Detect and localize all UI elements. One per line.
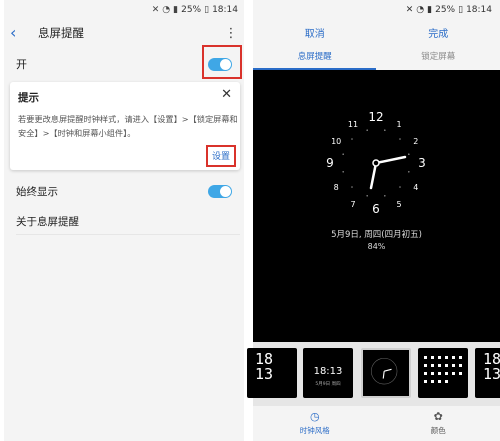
clock-tick — [399, 186, 401, 188]
clock-tick — [351, 138, 353, 140]
action-header: 取消 完成 — [253, 20, 500, 44]
nav-clock-style-label: 时钟风格 — [299, 426, 330, 435]
clock-number: 6 — [372, 202, 380, 216]
aod-on-label: 开 — [16, 58, 27, 71]
close-icon[interactable]: ✕ — [221, 87, 232, 102]
more-vert-icon[interactable]: ⋮ — [224, 26, 238, 41]
divider — [16, 234, 240, 235]
clock-style-option[interactable]: 18 13 — [475, 348, 500, 398]
battery-text: 25% — [181, 5, 202, 15]
hour-hand — [374, 155, 407, 165]
clock-number: 9 — [326, 156, 334, 170]
palette-icon: ✿ — [433, 410, 443, 423]
mute-icon: ✕ — [151, 5, 160, 15]
thumb-digits: 18 13 — [255, 350, 274, 383]
clock-style-list: 18 13 18:13 5月9日 周四 18 13 — [247, 342, 500, 406]
back-icon[interactable]: ‹ — [10, 25, 26, 41]
tip-card: 提示 ✕ 若要更改息屏提醒时钟样式，请进入【设置】>【锁定屏幕和安全】>【时钟和… — [10, 82, 240, 170]
time-text: 18:14 — [466, 5, 492, 15]
clock-number: 1 — [396, 120, 401, 129]
aod-settings-screen: ✕ ◔ ▮ 25% ▯ 18:14 ‹ 息屏提醒 ⋮ 开 提示 ✕ 若要更改息屏… — [4, 0, 244, 441]
clock-style-option[interactable]: 18:13 5月9日 周四 — [303, 348, 353, 398]
aod-preview: 12 1 2 3 4 5 6 7 8 9 10 11 5月9日, 周四(四月初五) 84% — [253, 70, 500, 342]
tab-aod[interactable]: 息屏提醒 — [253, 50, 377, 70]
about-aod-row[interactable]: 关于息屏提醒 — [4, 210, 244, 232]
signal-icon: ▮ — [173, 5, 179, 15]
clock-tick — [366, 195, 368, 197]
page-title: 息屏提醒 — [38, 26, 84, 40]
highlight-box — [206, 145, 236, 167]
always-on-label: 始终显示 — [16, 185, 58, 198]
status-bar: ✕ ◔ ▮ 25% ▯ 18:14 — [253, 0, 500, 20]
clock-tick — [408, 153, 410, 155]
aod-on-row[interactable]: 开 — [4, 45, 244, 79]
tab-bar: 息屏提醒 锁定屏幕 — [253, 44, 500, 70]
clock-tick — [384, 195, 386, 197]
app-header: ‹ 息屏提醒 ⋮ — [4, 20, 244, 46]
thumb-calendar — [424, 356, 462, 383]
battery-text: 25% — [435, 5, 456, 15]
thumb-digits: 18 13 — [483, 350, 500, 383]
done-button[interactable]: 完成 — [377, 25, 500, 40]
highlight-box — [202, 45, 242, 79]
status-bar: ✕ ◔ ▮ 25% ▯ 18:14 — [4, 0, 244, 20]
cancel-button[interactable]: 取消 — [253, 25, 377, 40]
clock-number: 10 — [331, 137, 341, 146]
aod-battery: 84% — [367, 242, 386, 251]
tab-lock-screen[interactable]: 锁定屏幕 — [377, 50, 500, 70]
clock-number: 12 — [368, 110, 383, 124]
clock-number: 7 — [350, 200, 355, 209]
clock-style-option[interactable]: 18 13 — [247, 348, 297, 398]
thumb-analog-clock — [371, 358, 398, 385]
clock-icon: ◷ — [309, 410, 320, 423]
clock-number: 8 — [334, 183, 339, 192]
thumb-time: 18:13 — [313, 366, 343, 377]
clock-tick — [342, 153, 344, 155]
tip-text: 若要更改息屏提醒时钟样式，请进入【设置】>【锁定屏幕和安全】>【时钟和屏幕小组件… — [18, 114, 238, 138]
nav-color[interactable]: ✿ 颜色 — [377, 406, 500, 441]
always-on-toggle[interactable] — [208, 184, 232, 198]
clock-number: 3 — [418, 156, 426, 170]
time-text: 18:14 — [212, 5, 238, 15]
wifi-icon: ◔ — [416, 5, 425, 15]
clock-style-option-selected[interactable] — [361, 348, 411, 398]
clock-tick — [366, 129, 368, 131]
clock-style-option[interactable] — [418, 348, 468, 398]
battery-icon: ▯ — [204, 5, 210, 15]
clock-number: 4 — [413, 183, 418, 192]
clock-tick — [351, 186, 353, 188]
screenshot-root: ✕ ◔ ▮ 25% ▯ 18:14 ‹ 息屏提醒 ⋮ 开 提示 ✕ 若要更改息屏… — [0, 0, 500, 441]
wifi-icon: ◔ — [162, 5, 171, 15]
clock-number: 11 — [348, 120, 358, 129]
clock-tick — [408, 171, 410, 173]
clock-tick — [384, 129, 386, 131]
nav-color-label: 颜色 — [430, 426, 446, 435]
thumb-date: 5月9日 周四 — [315, 382, 341, 387]
mute-icon: ✕ — [405, 5, 414, 15]
signal-icon: ▮ — [427, 5, 433, 15]
clock-tick — [342, 171, 344, 173]
aod-date: 5月9日, 周四(四月初五) — [331, 230, 422, 240]
clock-style-screen: ✕ ◔ ▮ 25% ▯ 18:14 取消 完成 息屏提醒 锁定屏幕 12 1 2 3 4… — [247, 0, 500, 441]
tip-title: 提示 — [18, 92, 39, 104]
analog-clock: 121234567891011 — [326, 110, 426, 216]
bottom-nav: ◷ 时钟风格 ✿ 颜色 — [253, 406, 500, 441]
about-aod-label: 关于息屏提醒 — [16, 215, 79, 228]
clock-number: 2 — [413, 137, 418, 146]
clock-center — [372, 159, 380, 167]
clock-tick — [399, 138, 401, 140]
nav-clock-style[interactable]: ◷ 时钟风格 — [253, 406, 377, 441]
minute-hand — [369, 161, 378, 190]
always-on-row[interactable]: 始终显示 — [4, 180, 244, 202]
battery-icon: ▯ — [458, 5, 464, 15]
clock-number: 5 — [396, 200, 401, 209]
